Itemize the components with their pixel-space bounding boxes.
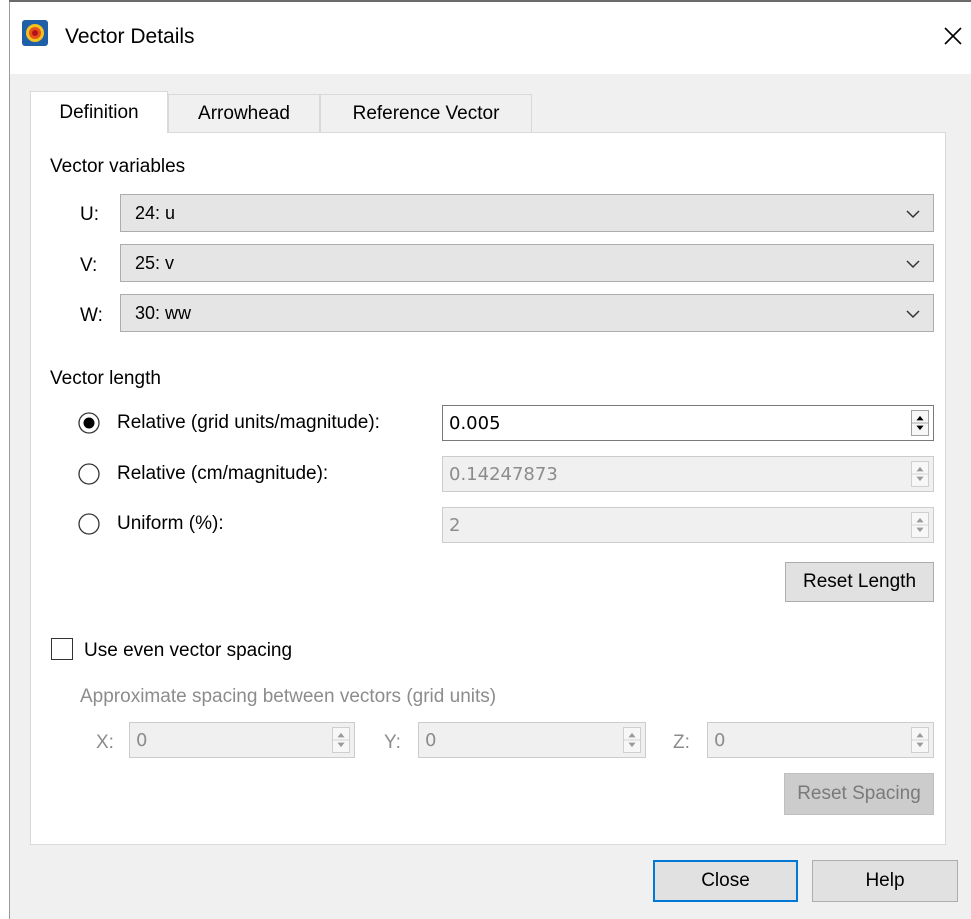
spinner-arrows-icon [332,727,350,753]
relative-grid-label: Relative (grid units/magnitude): [117,412,380,433]
spacing-y-label: Y: [384,732,401,753]
tab-arrowhead[interactable]: Arrowhead [168,94,320,132]
window-title: Vector Details [65,25,195,48]
v-variable-select[interactable]: 25: v [120,244,934,282]
u-label: U: [80,204,99,225]
spinner-arrows-icon[interactable] [911,410,929,436]
spacing-y-value: 0 [425,730,437,751]
spinner-arrows-icon [911,727,929,753]
help-button[interactable]: Help [812,860,958,902]
relative-cm-value: 0.14247873 [449,464,558,485]
spinner-arrows-icon [911,512,929,538]
w-variable-select[interactable]: 30: ww [120,294,934,332]
tab-definition[interactable]: Definition [30,91,168,133]
close-icon[interactable] [938,21,968,51]
spacing-caption: Approximate spacing between vectors (gri… [80,686,497,707]
uniform-label: Uniform (%): [117,513,224,534]
even-spacing-checkbox[interactable] [51,638,73,660]
spacing-z-label: Z: [673,732,690,753]
chevron-down-icon [906,310,920,319]
v-variable-value: 25: v [135,253,175,273]
spacing-x-label: X: [96,732,114,753]
u-variable-select[interactable]: 24: u [120,194,934,232]
spacing-x-input[interactable]: 0 [129,722,355,758]
radio-relative-cm[interactable] [78,463,100,485]
spacing-y-input[interactable]: 0 [418,722,646,758]
chevron-down-icon [906,210,920,219]
tab-reference-vector[interactable]: Reference Vector [320,94,532,132]
even-spacing-label: Use even vector spacing [84,640,293,661]
v-label: V: [80,255,98,276]
w-variable-value: 30: ww [135,303,192,323]
reset-spacing-button[interactable]: Reset Spacing [784,773,934,815]
spacing-z-input[interactable]: 0 [707,722,934,758]
uniform-value: 2 [449,515,461,536]
radio-relative-grid[interactable] [78,412,100,434]
vector-length-heading: Vector length [50,368,161,389]
relative-cm-label: Relative (cm/magnitude): [117,463,329,484]
spinner-arrows-icon [623,727,641,753]
w-label: W: [80,305,103,326]
radio-uniform[interactable] [78,513,100,535]
tecplot-app-icon [22,20,48,46]
relative-grid-input[interactable]: 0.005 [442,405,934,441]
close-button[interactable]: Close [653,860,798,902]
spacing-x-value: 0 [136,730,148,751]
u-variable-value: 24: u [135,203,176,223]
chevron-down-icon [906,260,920,269]
relative-grid-value: 0.005 [449,413,501,434]
relative-cm-input[interactable]: 0.14247873 [442,456,934,492]
spacing-z-value: 0 [714,730,726,751]
uniform-input[interactable]: 2 [442,507,934,543]
window-left-edge [0,0,10,919]
spinner-arrows-icon [911,461,929,487]
reset-length-button[interactable]: Reset Length [785,562,934,602]
vector-variables-heading: Vector variables [50,156,186,177]
